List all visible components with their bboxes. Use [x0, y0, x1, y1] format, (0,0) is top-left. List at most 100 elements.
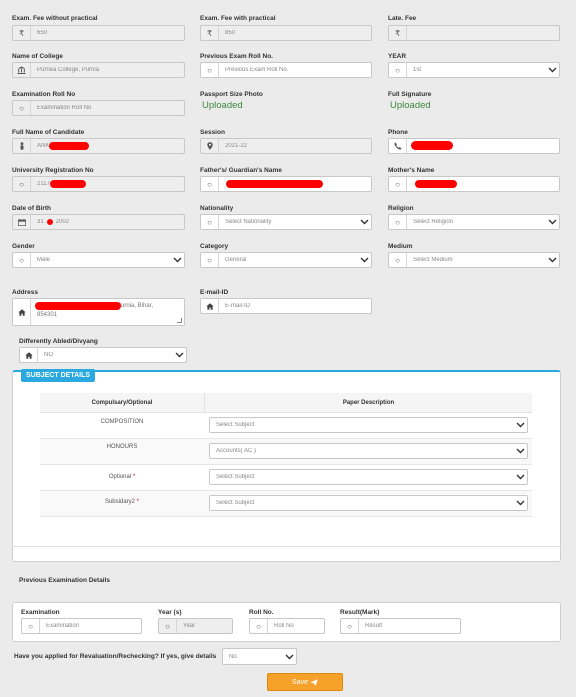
circle-icon: ○	[389, 215, 407, 229]
chevron-down-icon	[513, 422, 527, 428]
fee-without-practical-label: Exam. Fee without practical	[12, 15, 98, 22]
phone-icon	[389, 139, 407, 153]
year-label: YEAR	[388, 53, 407, 60]
row-type: Subsidary2 *	[40, 499, 204, 505]
category-label: Category	[200, 243, 229, 250]
gender-select[interactable]: ○ Male	[12, 252, 185, 268]
category-value: General	[225, 257, 247, 263]
redaction-mark	[226, 180, 323, 188]
subject-select[interactable]: Select Subject	[209, 495, 528, 511]
circle-icon: ○	[389, 63, 407, 77]
circle-icon: ○	[13, 253, 31, 267]
required-asterisk: *	[136, 499, 140, 505]
home-icon	[13, 299, 31, 325]
redaction-mark	[46, 219, 53, 225]
circle-icon: ○	[22, 619, 40, 633]
circle-icon: ○	[389, 253, 407, 267]
home-icon	[20, 348, 38, 362]
rupee-icon: ₹	[201, 26, 219, 40]
chevron-down-icon	[357, 257, 371, 263]
address-label: Address	[12, 289, 39, 296]
photo-status: Uploaded	[202, 100, 243, 111]
late-fee-field: ₹	[388, 25, 560, 41]
revaluation-label: Have you applied for Revaluation/Recheck…	[14, 653, 217, 660]
row-type-label: Subsidary2	[104, 499, 135, 505]
panel-divider	[12, 546, 561, 547]
home-icon	[201, 299, 219, 313]
session-value: 2021-22	[225, 143, 248, 149]
circle-icon: ○	[341, 619, 359, 633]
nationality-value: Select Nationality	[225, 219, 272, 225]
redaction-mark	[50, 180, 86, 188]
divyang-select[interactable]: NO	[19, 347, 187, 363]
email-input[interactable]: E-mail-ID	[200, 298, 372, 314]
prev-result-input[interactable]: ○ Result	[340, 618, 461, 634]
row-type: HONOURS	[106, 444, 138, 450]
resize-handle[interactable]	[177, 318, 182, 323]
circle-icon: ○	[201, 215, 219, 229]
subject-select[interactable]: Select Subject	[209, 469, 528, 485]
medium-select[interactable]: ○ Select Medium	[388, 252, 560, 268]
category-select[interactable]: ○ General	[200, 252, 372, 268]
fee-with-practical-value: 850	[225, 30, 236, 36]
send-icon	[310, 678, 318, 686]
subject-select-value: Accounts( AC )	[216, 448, 257, 454]
prev-result-placeholder: Result	[365, 623, 383, 629]
rupee-icon: ₹	[389, 26, 407, 40]
prev-year-field: ○ Year	[158, 618, 233, 634]
subject-details-title: SUBJECT DETAILS	[21, 369, 96, 382]
rupee-icon: ₹	[13, 26, 31, 40]
gender-value: Male	[37, 257, 51, 263]
session-label: Session	[200, 129, 225, 136]
row-type-label: Optional	[108, 474, 132, 480]
session-field: 2021-22	[200, 138, 372, 154]
father-label: Father's/ Guardian's Name	[200, 167, 282, 174]
college-value: Purnea College, Purnia	[37, 67, 100, 73]
phone-label: Phone	[388, 129, 408, 136]
prev-roll-input[interactable]: ○ Previous Exam Roll No.	[200, 62, 372, 78]
year-value: 1st	[413, 67, 422, 73]
circle-icon: ○	[201, 253, 219, 267]
religion-select[interactable]: ○ Select Religion	[388, 214, 560, 230]
fee-without-practical-field: ₹ 650	[12, 25, 185, 41]
signature-label: Full Signature	[388, 91, 432, 98]
mother-input[interactable]: ○	[388, 176, 560, 192]
row-type: COMPOSITION	[100, 419, 144, 425]
signature-status: Uploaded	[390, 100, 431, 111]
subject-select[interactable]: Accounts( AC )	[209, 443, 528, 459]
row-type: Optional *	[40, 474, 204, 480]
redaction-mark	[35, 302, 121, 310]
chevron-down-icon	[545, 219, 559, 225]
save-button[interactable]: Save	[267, 673, 343, 691]
nationality-select[interactable]: ○ Select Nationality	[200, 214, 372, 230]
subject-select-value: Select Subject	[216, 422, 255, 428]
year-select[interactable]: ○ 1st	[388, 62, 560, 78]
redaction-mark	[415, 180, 457, 188]
email-label: E-mail-ID	[200, 289, 229, 296]
fee-with-practical-field: ₹ 850	[200, 25, 372, 41]
prev-exam-input[interactable]: ○ Examination	[21, 618, 142, 634]
chevron-down-icon	[513, 474, 527, 480]
col-paper-description: Paper Description	[342, 400, 395, 406]
divyang-label: Differently Abled/Divyang	[19, 338, 98, 345]
exam-roll-placeholder: Examination Roll No	[37, 105, 92, 111]
prev-rollno-input[interactable]: ○ Roll No	[249, 618, 325, 634]
reg-no-field: ○ 2117	[12, 176, 185, 192]
subject-select[interactable]: Select Subject	[209, 417, 528, 433]
prev-year-placeholder: Year	[183, 623, 196, 629]
chevron-down-icon	[545, 67, 559, 73]
reg-no-label: University Registration No	[12, 167, 94, 174]
dob-field: 31 2002	[12, 214, 185, 230]
redaction-mark	[49, 142, 89, 150]
prev-exam-placeholder: Examination	[46, 623, 80, 629]
circle-icon: ○	[159, 619, 177, 633]
circle-icon: ○	[389, 177, 407, 191]
circle-icon: ○	[13, 101, 31, 115]
save-label: Save	[292, 678, 308, 686]
dob-year: 2002	[55, 219, 70, 225]
revaluation-select[interactable]: No	[222, 648, 297, 665]
chevron-down-icon	[513, 500, 527, 506]
divyang-value: NO	[44, 352, 53, 358]
chevron-down-icon	[513, 448, 527, 454]
chevron-down-icon	[357, 219, 371, 225]
